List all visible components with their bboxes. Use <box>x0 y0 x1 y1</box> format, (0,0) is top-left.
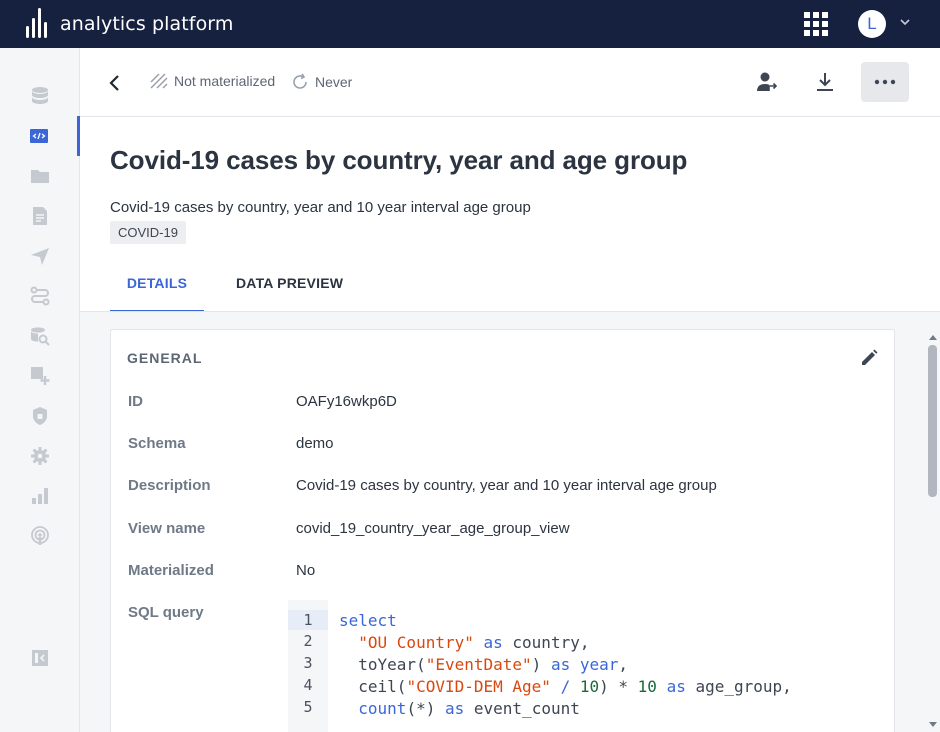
field-value-materialized: No <box>296 562 316 579</box>
line-number: 3 <box>303 654 313 672</box>
tab-data-preview[interactable]: DATA PREVIEW <box>236 267 343 312</box>
code-line: count(*) as event_count <box>358 699 580 718</box>
sidebar-item-add-widget[interactable] <box>0 356 79 396</box>
sidebar-item-datasets[interactable] <box>0 76 79 116</box>
sidebar-item-publish[interactable] <box>0 236 79 276</box>
code-line: select <box>339 611 397 630</box>
sidebar-collapse-button[interactable] <box>0 638 79 678</box>
field-label-id: ID <box>128 393 143 410</box>
logo-bars-icon <box>26 6 54 42</box>
sidebar <box>0 48 80 732</box>
tag-badge[interactable]: COVID-19 <box>110 221 186 244</box>
line-number: 2 <box>303 632 313 650</box>
sidebar-item-reports[interactable] <box>0 196 79 236</box>
line-number: 1 <box>288 610 328 630</box>
app-name: analytics platform <box>60 13 234 35</box>
line-number: 5 <box>303 698 313 716</box>
sidebar-item-folders[interactable] <box>0 156 79 196</box>
report-icon <box>32 207 47 225</box>
more-horizontal-icon <box>874 79 896 85</box>
details-panel: GENERAL ID OAFy16wkp6D Schema demo Descr… <box>80 311 940 732</box>
page-subtitle: Covid-19 cases by country, year and 10 y… <box>110 199 531 216</box>
sidebar-item-analytics[interactable] <box>0 476 79 516</box>
view-toolbar: Not materialized Never <box>80 48 940 117</box>
podcast-icon <box>30 526 49 545</box>
line-number: 4 <box>303 676 313 694</box>
app-switcher-icon[interactable] <box>804 12 828 36</box>
general-card: GENERAL ID OAFy16wkp6D Schema demo Descr… <box>110 329 895 732</box>
stripes-icon <box>150 73 168 89</box>
database-search-icon <box>30 327 50 346</box>
back-arrow-icon[interactable] <box>106 72 122 94</box>
gear-icon <box>30 447 49 465</box>
sidebar-collapse-icon <box>31 650 48 666</box>
scroll-up-arrow-icon[interactable] <box>928 333 938 341</box>
materialized-status-text: Not materialized <box>174 73 276 89</box>
sidebar-item-pipelines[interactable] <box>0 276 79 316</box>
tab-details[interactable]: DETAILS <box>110 267 204 312</box>
app-logo[interactable]: analytics platform <box>26 6 234 42</box>
sidebar-item-broadcast[interactable] <box>0 516 79 556</box>
field-label-view-name: View name <box>128 520 206 537</box>
download-icon <box>817 73 833 91</box>
share-button[interactable] <box>743 62 791 102</box>
refresh-status: Never <box>291 73 352 91</box>
tab-bar: DETAILS DATA PREVIEW <box>110 267 343 312</box>
field-value-view-name: covid_19_country_year_age_group_view <box>296 520 570 537</box>
view-details-page: Covid-19 cases by country, year and age … <box>80 117 940 732</box>
sidebar-item-security[interactable] <box>0 396 79 436</box>
bar-chart-icon <box>31 488 48 504</box>
download-button[interactable] <box>801 62 849 102</box>
top-bar: analytics platform L <box>0 0 940 48</box>
code-window-icon <box>29 129 48 143</box>
more-actions-button[interactable] <box>861 62 909 102</box>
field-value-description: Covid-19 cases by country, year and 10 y… <box>296 477 717 494</box>
page-title: Covid-19 cases by country, year and age … <box>110 145 688 175</box>
sidebar-item-data-explorer[interactable] <box>0 316 79 356</box>
database-icon <box>31 87 48 104</box>
route-icon <box>30 286 49 306</box>
refresh-status-text: Never <box>315 74 353 90</box>
code-line: ceil("COVID-DEM Age" / 10) * 10 as age_g… <box>358 677 792 696</box>
sql-editor[interactable]: 1 2 3 4 5 select "OU Country" as country… <box>288 600 888 732</box>
avatar[interactable]: L <box>858 10 886 38</box>
field-label-description: Description <box>128 477 211 494</box>
shield-icon <box>32 407 47 425</box>
field-label-sql-query: SQL query <box>128 604 204 621</box>
vertical-scrollbar[interactable] <box>928 345 937 497</box>
refresh-icon <box>293 73 307 89</box>
add-widget-icon <box>30 367 49 385</box>
edit-pencil-icon[interactable] <box>859 348 879 368</box>
section-title: GENERAL <box>127 350 203 366</box>
sidebar-item-settings[interactable] <box>0 436 79 476</box>
chevron-down-icon[interactable] <box>899 16 911 28</box>
code-line: toYear("EventDate") as year, <box>358 655 629 674</box>
send-icon <box>30 248 49 265</box>
sidebar-item-sql-views[interactable] <box>0 116 80 156</box>
folder-icon <box>30 170 49 183</box>
materialized-status: Not materialized <box>150 73 275 89</box>
field-value-id: OAFy16wkp6D <box>296 393 397 410</box>
code-line: "OU Country" as country, <box>358 633 590 652</box>
scroll-down-arrow-icon[interactable] <box>928 721 938 729</box>
share-user-icon <box>757 72 778 91</box>
field-label-materialized: Materialized <box>128 562 214 579</box>
field-value-schema: demo <box>296 435 334 452</box>
field-label-schema: Schema <box>128 435 186 452</box>
